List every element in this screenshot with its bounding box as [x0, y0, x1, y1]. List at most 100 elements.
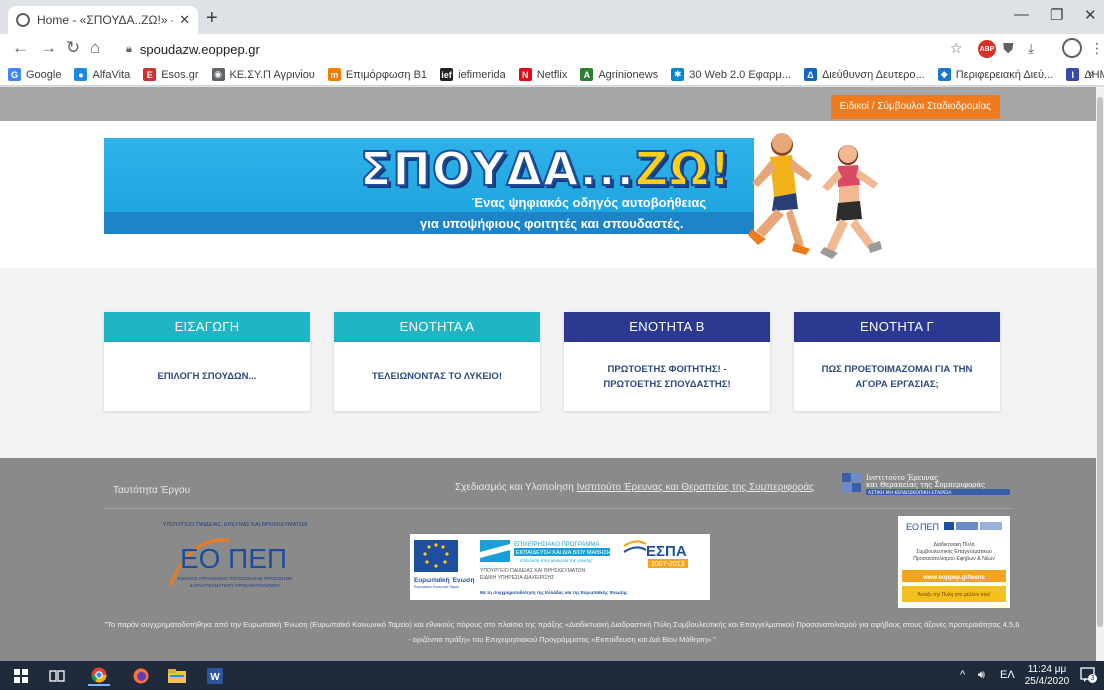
iefimerida-icon: ief — [440, 68, 454, 81]
card-title: ΕΝΟΤΗΤΑ Β — [564, 312, 770, 342]
file-explorer-taskbar-icon[interactable] — [166, 666, 188, 686]
taskbar-clock[interactable]: 11:24 μμ 25/4/2020 — [1022, 664, 1072, 688]
site-logo: ΣΠΟΥΔΑ...ΖΩ! — [359, 141, 732, 197]
browser-tab-strip: Home - «ΣΠΟΥΔΑ..ΖΩ!» - Ένας ψ ✕ + — ❐ ✕ — [0, 0, 1104, 34]
input-language[interactable]: ΕΛ — [1000, 669, 1015, 681]
chrome-taskbar-icon[interactable] — [88, 666, 110, 686]
bookmark-item[interactable]: A Agrinionews — [580, 68, 658, 81]
card-title: ΕΙΣΑΓΩΓΗ — [104, 312, 310, 342]
clock-time: 11:24 μμ — [1027, 664, 1067, 675]
minimize-icon[interactable]: — — [1014, 6, 1029, 23]
url-text: spoudazw.eoppep.gr — [139, 41, 260, 57]
notifications-icon[interactable]: 3 — [1080, 667, 1097, 683]
task-view-icon[interactable] — [48, 666, 66, 686]
close-tab-icon[interactable]: ✕ — [179, 12, 190, 28]
adblock-icon[interactable]: ABP — [978, 40, 996, 58]
card-section-c[interactable]: ΕΝΟΤΗΤΑ Γ ΠΩΣ ΠΡΟΕΤΟΙΜΑΖΟΜΑΙ ΓΙΑ ΤΗΝ ΑΓΟ… — [794, 312, 1000, 411]
download-icon[interactable]: ⤓ — [1028, 40, 1034, 57]
tab-title: Home - «ΣΠΟΥΔΑ..ΖΩ!» - Ένας ψ — [37, 13, 173, 27]
bookmark-star-icon[interactable]: ☆ — [950, 40, 963, 57]
bookmark-item[interactable]: ● AlfaVita — [74, 68, 130, 81]
firefox-taskbar-icon[interactable] — [130, 666, 152, 686]
vertical-scrollbar[interactable] — [1096, 87, 1104, 661]
footer-divider — [104, 508, 1012, 509]
institute-link[interactable]: Ινστιτούτο Έρευνας και Θεραπείας της Συμ… — [577, 482, 814, 493]
forward-icon[interactable]: → — [40, 38, 57, 58]
profile-avatar-icon[interactable] — [1062, 38, 1082, 58]
back-icon[interactable]: ← — [12, 38, 29, 58]
svg-text:W: W — [210, 672, 220, 683]
card-link[interactable]: ΠΡΩΤΟΕΤΗΣ ΦΟΙΤΗΤΗΣ! - ΠΡΩΤΟΕΤΗΣ ΣΠΟΥΔΑΣΤ… — [564, 342, 770, 411]
svg-text:ΕΙΔΙΚΗ ΥΠΗΡΕΣΙΑ ΔΙΑΧΕΙΡΙΣΗΣ: ΕΙΔΙΚΗ ΥΠΗΡΕΣΙΑ ΔΙΑΧΕΙΡΙΣΗΣ — [480, 575, 554, 581]
project-identity-link[interactable]: Ταυτότητα Έργου — [113, 485, 190, 496]
bookmark-item[interactable]: ✱ 30 Web 2.0 Εφαρμ... — [671, 68, 791, 81]
web20-icon: ✱ — [671, 68, 685, 81]
bookmark-item[interactable]: Δ Διεύθυνση Δευτερο... — [803, 68, 925, 81]
bookmark-label: Agrinionews — [598, 68, 659, 81]
globe-icon: ◉ — [211, 68, 225, 81]
svg-text:ΠΕΠ: ΠΕΠ — [228, 543, 287, 574]
tray-chevron-icon[interactable]: ^ — [960, 669, 965, 681]
card-link[interactable]: ΕΠΙΛΟΓΗ ΣΠΟΥΔΩΝ... — [104, 342, 310, 411]
card-introduction[interactable]: ΕΙΣΑΓΩΓΗ ΕΠΙΛΟΓΗ ΣΠΟΥΔΩΝ... — [104, 312, 310, 411]
extension-shield-icon[interactable]: ⛊ — [1003, 40, 1014, 57]
sections-area: ΕΙΣΑΓΩΓΗ ΕΠΙΛΟΓΗ ΣΠΟΥΔΩΝ... ΕΝΟΤΗΤΑ Α ΤΕ… — [0, 268, 1096, 458]
browser-tab[interactable]: Home - «ΣΠΟΥΔΑ..ΖΩ!» - Ένας ψ ✕ — [8, 6, 198, 34]
card-section-a[interactable]: ΕΝΟΤΗΤΑ Α ΤΕΛΕΙΩΝΟΝΤΑΣ ΤΟ ΛΥΚΕΙΟ! — [334, 312, 540, 411]
bookmark-item[interactable]: m Επιμόρφωση Β1 — [327, 68, 428, 81]
site-topbar: Ειδικοί / Σύμβουλοι Σταδιοδρομίας — [0, 87, 1096, 121]
restore-icon[interactable]: ❐ — [1050, 6, 1063, 24]
word-taskbar-icon[interactable]: W — [204, 666, 226, 686]
bookmark-item[interactable]: ief iefimerida — [440, 68, 506, 81]
agrinionews-icon: A — [580, 68, 594, 81]
iek-icon: Ι — [1066, 68, 1080, 81]
bookmark-item[interactable]: E Esos.gr — [143, 68, 199, 81]
svg-text:Άνοιξε την Πύλη στο μέλλον σου: Άνοιξε την Πύλη στο μέλλον σου! — [917, 591, 990, 598]
svg-text:2007-2013: 2007-2013 — [651, 561, 685, 568]
reload-icon[interactable]: ↻ — [66, 38, 80, 58]
svg-text:ΕΟ: ΕΟ — [906, 522, 919, 532]
card-link[interactable]: ΤΕΛΕΙΩΝΟΝΤΑΣ ΤΟ ΛΥΚΕΙΟ! — [334, 342, 540, 411]
tagline-band: για υποψήφιους φοιτητές και σπουδαστές. — [104, 212, 754, 234]
page-viewport: Ειδικοί / Σύμβουλοι Σταδιοδρομίας ΣΠΟΥΔΑ… — [0, 87, 1096, 661]
svg-text:Ευρωπαϊκή Ένωση: Ευρωπαϊκή Ένωση — [414, 577, 475, 584]
bookmarks-bar: G Google ● AlfaVita E Esos.gr ◉ ΚΕ.ΣΥ.Π Αγρινίο… — [0, 64, 1104, 86]
bookmark-item[interactable]: ◆ Περιφερειακή Διεύ... — [937, 68, 1053, 81]
globe-icon — [16, 13, 30, 27]
bookmark-label: Επιμόρφωση Β1 — [345, 68, 428, 81]
svg-text:ΥΠΟΥΡΓΕΙΟ ΠΑΙΔΕΙΑΣ ΚΑΙ ΘΡΗΣΚΕΥ: ΥΠΟΥΡΓΕΙΟ ΠΑΙΔΕΙΑΣ ΚΑΙ ΘΡΗΣΚΕΥΜΑΤΩΝ — [480, 568, 586, 574]
institute-logo[interactable]: Ινστιτούτο Έρευνας και Θεραπείας της Συμ… — [842, 472, 1010, 496]
funding-note: "Το παρόν συγχρηματοδοτήθηκε από την Ευρ… — [104, 620, 1020, 644]
bookmark-item[interactable]: G Google — [8, 68, 61, 81]
teens-portal-logo[interactable]: ΕΟ ΠΕΠ Διαδικτυακή Πύλη Συμβουλευτικής Ε… — [898, 516, 1010, 608]
card-link[interactable]: ΠΩΣ ΠΡΟΕΤΟΙΜΑΖΟΜΑΙ ΓΙΑ ΤΗΝ ΑΓΟΡΑ ΕΡΓΑΣΙΑ… — [794, 342, 1000, 411]
lock-icon: 🔒︎ — [126, 42, 132, 55]
bookmark-item[interactable]: N Netflix — [518, 68, 567, 81]
tagline-primary: Ένας ψηφιακός οδηγός αυτοβοήθειας — [472, 195, 707, 210]
svg-text:ΕΠΙΧΕΙΡΗΣΙΑΚΟ ΠΡΟΓΡΑΜΜΑ: ΕΠΙΧΕΙΡΗΣΙΑΚΟ ΠΡΟΓΡΑΜΜΑ — [514, 542, 599, 548]
new-tab-button[interactable]: + — [206, 7, 218, 29]
menu-dots-icon[interactable]: ⋮ — [1090, 40, 1104, 57]
volume-icon[interactable]: 🔊︎ — [978, 669, 985, 682]
alfavita-icon: ● — [74, 68, 88, 81]
svg-text:ΑΣΤΙΚΗ ΜΗ ΚΕΡΔΟΣΚΟΠΙΚΗ ΕΤΑΙΡΕΙ: ΑΣΤΙΚΗ ΜΗ ΚΕΡΔΟΣΚΟΠΙΚΗ ΕΤΑΙΡΕΙΑ — [868, 490, 952, 496]
windows-start-icon[interactable] — [12, 666, 30, 686]
bookmark-label: Google — [26, 68, 62, 81]
eoppep-logo[interactable]: ΥΠΟΥΡΓΕΙΟ ΠΑΙΔΕΙΑΣ, ΕΡΕΥΝΑΣ ΚΑΙ ΘΡΗΣΚΕΥΜ… — [160, 516, 310, 604]
bookmarks-overflow-icon[interactable]: » — [1088, 68, 1096, 80]
bookmark-item[interactable]: ΙΔΗΜΟΣΙΑ ΙΕΚ — [1066, 68, 1104, 81]
counselors-button[interactable]: Ειδικοί / Σύμβουλοι Σταδιοδρομίας — [830, 95, 1000, 119]
scrollbar-thumb[interactable] — [1097, 97, 1103, 627]
card-title: ΕΝΟΤΗΤΑ Γ — [794, 312, 1000, 342]
close-window-icon[interactable]: ✕ — [1084, 6, 1097, 24]
svg-text:Προσανατολισμού Εφήβων & Νέων: Προσανατολισμού Εφήβων & Νέων — [913, 555, 995, 562]
card-section-b[interactable]: ΕΝΟΤΗΤΑ Β ΠΡΩΤΟΕΤΗΣ ΦΟΙΤΗΤΗΣ! - ΠΡΩΤΟΕΤΗ… — [564, 312, 770, 411]
browser-toolbar: ← → ↻ ⌂ 🔒︎ spoudazw.eoppep.gr ☆ ⛊ ⤓ ⋮ — [0, 34, 1104, 64]
site-banner[interactable]: ΣΠΟΥΔΑ...ΖΩ! Ένας ψηφιακός οδηγός αυτοβο… — [104, 138, 754, 234]
bookmark-item[interactable]: ◉ ΚΕ.ΣΥ.Π Αγρινίου — [211, 68, 315, 81]
home-icon[interactable]: ⌂ — [90, 38, 100, 58]
notification-count: 3 — [1088, 674, 1097, 683]
address-bar[interactable]: 🔒︎ spoudazw.eoppep.gr — [118, 37, 932, 61]
espa-funding-logo[interactable]: Ευρωπαϊκή Ένωση Ευρωπαϊκό Κοινωνικό Ταμε… — [410, 534, 710, 600]
tagline-secondary: για υποψήφιους φοιτητές και σπουδαστές. — [420, 216, 684, 231]
